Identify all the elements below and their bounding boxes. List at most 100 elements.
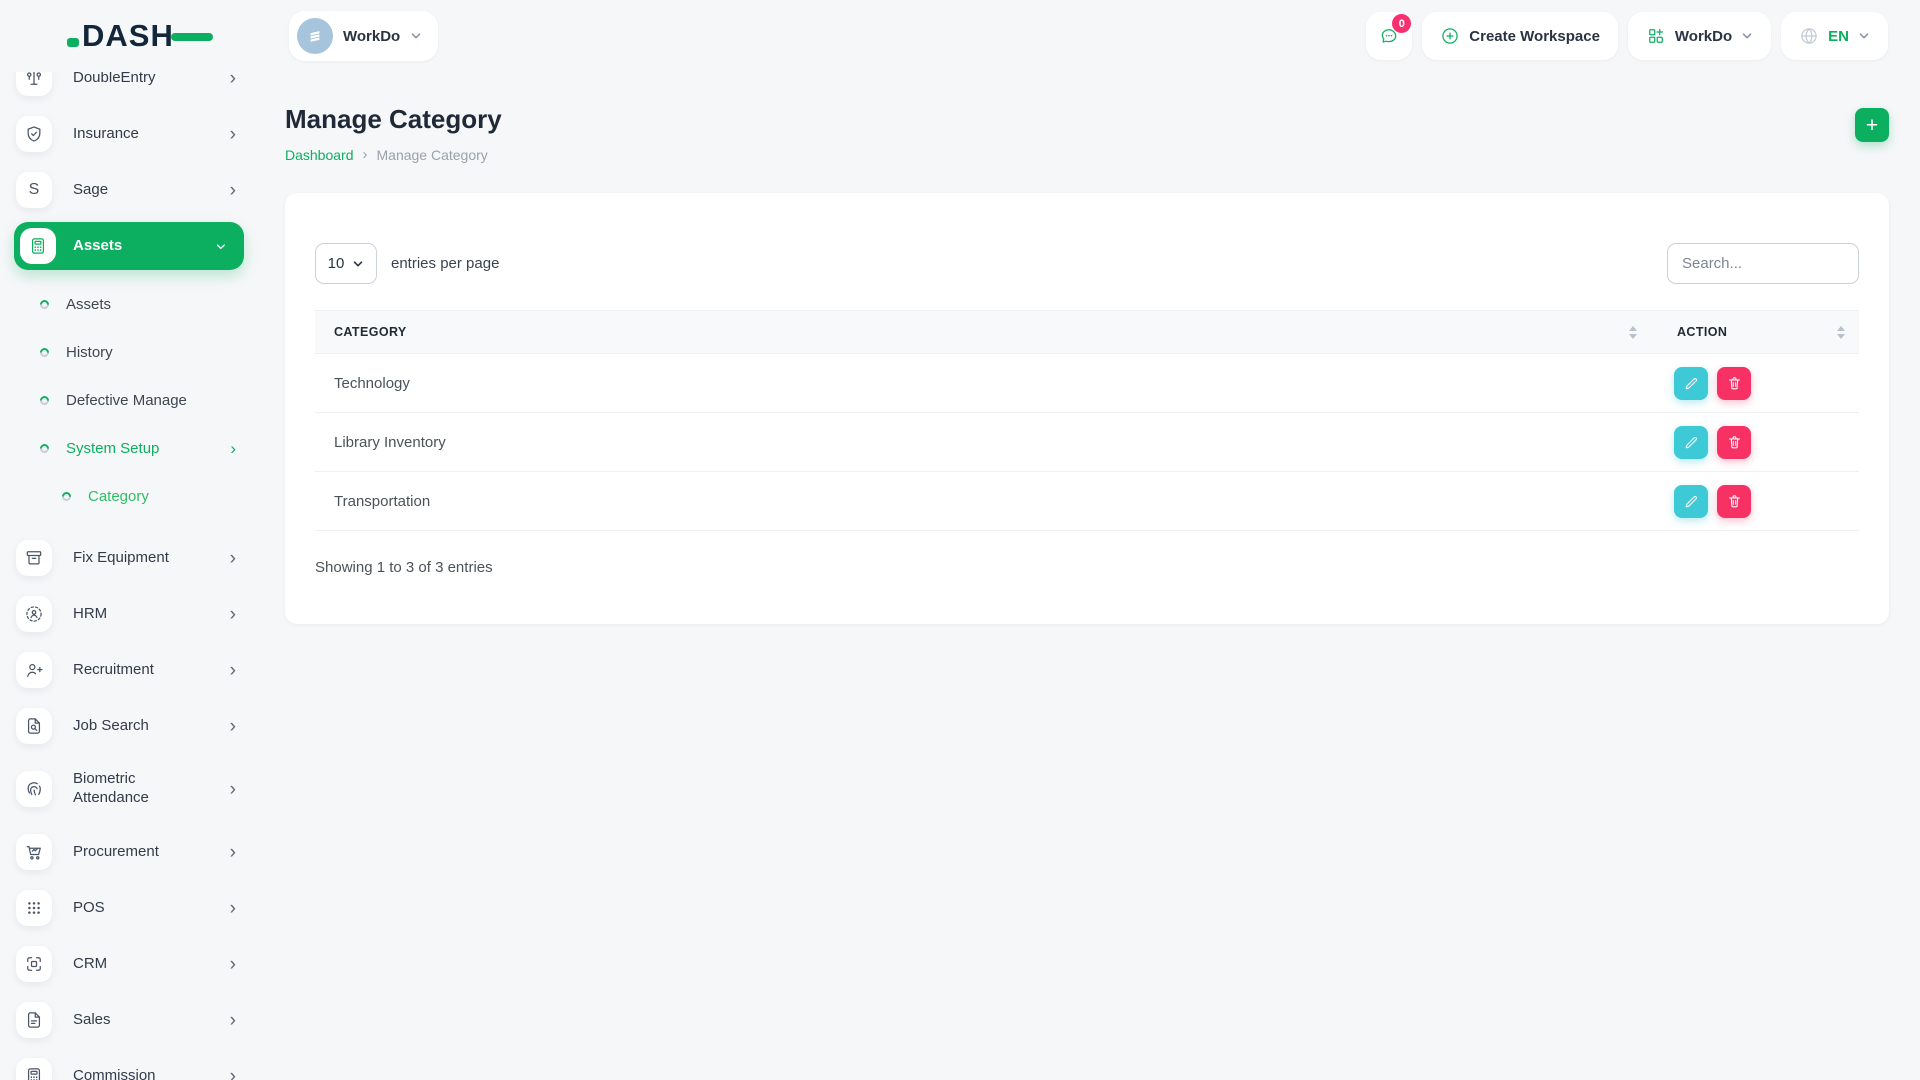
workspace-selector[interactable]: WorkDo: [289, 11, 438, 61]
workspace-avatar: [297, 18, 333, 54]
assets-submenu: Assets History Defective Manage System S…: [16, 278, 242, 534]
sidebar-subitem-history[interactable]: History: [16, 332, 242, 372]
sidebar-item-crm[interactable]: CRM ›: [16, 940, 242, 988]
chevron-right-icon: ›: [230, 717, 242, 736]
edit-button[interactable]: [1674, 426, 1708, 459]
sidebar-item-sales[interactable]: Sales ›: [16, 996, 242, 1044]
sage-letter-icon: S: [16, 172, 52, 208]
language-selector[interactable]: EN: [1781, 12, 1888, 60]
subitem-label: System Setup: [66, 440, 159, 457]
subitem-label: Category: [88, 488, 149, 505]
edit-button[interactable]: [1674, 367, 1708, 400]
pencil-icon: [1683, 375, 1700, 392]
person-plus-icon: [16, 652, 52, 688]
fingerprint-icon: [16, 771, 52, 807]
sidebar-item-procurement[interactable]: Procurement ›: [16, 828, 242, 876]
action-cell: [1659, 485, 1859, 518]
sidebar-item-biometric-attendance[interactable]: Biometric Attendance ›: [16, 758, 242, 820]
header-actions: 0 Create Workspace WorkDo EN: [1366, 12, 1888, 60]
logo-dot-icon: [67, 38, 79, 47]
sidebar-item-label: Job Search: [73, 717, 205, 736]
globe-icon: [1799, 26, 1819, 46]
column-label: ACTION: [1677, 325, 1727, 339]
top-header: DASH WorkDo 0 Create Workspace W: [0, 0, 1920, 72]
bullet-icon: [38, 298, 51, 311]
sidebar-subitem-assets[interactable]: Assets: [16, 284, 242, 324]
delete-button[interactable]: [1717, 426, 1751, 459]
sidebar-subitem-system-setup[interactable]: System Setup ›: [16, 428, 242, 468]
bullet-icon: [60, 490, 73, 503]
category-cell: Technology: [315, 375, 1659, 392]
chevron-down-icon: [1858, 30, 1870, 42]
bullet-icon: [38, 442, 51, 455]
sidebar-item-assets[interactable]: Assets ›: [14, 222, 244, 270]
person-dashed-circle-icon: [16, 596, 52, 632]
table-header-row: CATEGORY ACTION: [315, 310, 1859, 354]
sidebar-item-label: CRM: [73, 955, 205, 974]
language-code: EN: [1828, 28, 1849, 45]
chevron-right-icon: ›: [230, 955, 242, 974]
sidebar-item-fix-equipment[interactable]: Fix Equipment ›: [16, 534, 242, 582]
breadcrumb-dashboard-link[interactable]: Dashboard: [285, 147, 354, 163]
frame-target-icon: [16, 946, 52, 982]
calculator-icon: [20, 228, 56, 264]
grid-plus-icon: [1646, 26, 1666, 46]
sidebar-subitem-category[interactable]: Category: [16, 476, 242, 516]
action-cell: [1659, 367, 1859, 400]
add-category-button[interactable]: +: [1855, 108, 1889, 142]
sidebar-item-doubleentry[interactable]: DoubleEntry ›: [16, 72, 242, 102]
sidebar-item-label: DoubleEntry: [73, 72, 205, 87]
shield-check-icon: [16, 116, 52, 152]
sidebar-item-hrm[interactable]: HRM ›: [16, 590, 242, 638]
logo-text: DASH: [82, 21, 174, 50]
app-logo[interactable]: DASH: [67, 21, 227, 50]
delete-button[interactable]: [1717, 485, 1751, 518]
sidebar-item-label: Sales: [73, 1011, 205, 1030]
sidebar-item-commission[interactable]: Commission ›: [16, 1052, 242, 1080]
workspace-menu-button[interactable]: WorkDo: [1628, 12, 1771, 60]
sidebar-item-sage[interactable]: S Sage ›: [16, 166, 242, 214]
chevron-right-icon: ›: [230, 72, 242, 88]
building-icon: [304, 25, 326, 47]
bullet-icon: [38, 346, 51, 359]
action-cell: [1659, 426, 1859, 459]
chevron-right-icon: ›: [230, 549, 242, 568]
messages-button[interactable]: 0: [1366, 12, 1412, 60]
category-cell: Library Inventory: [315, 434, 1659, 451]
column-header-category[interactable]: CATEGORY: [315, 311, 1659, 353]
sort-icon[interactable]: [1837, 326, 1845, 339]
sidebar-item-label: Insurance: [73, 125, 205, 144]
workspace-menu-label: WorkDo: [1675, 28, 1732, 45]
chevron-down-icon: [352, 258, 364, 270]
balance-scale-icon: [16, 72, 52, 96]
chevron-right-icon: ›: [230, 843, 242, 862]
edit-button[interactable]: [1674, 485, 1708, 518]
chevron-down-icon: [410, 30, 422, 42]
category-cell: Transportation: [315, 493, 1659, 510]
column-header-action[interactable]: ACTION: [1659, 311, 1859, 353]
category-table-card: 10 entries per page CATEGORY ACTION Tec: [285, 193, 1889, 624]
chevron-right-icon: ›: [230, 125, 242, 144]
create-workspace-label: Create Workspace: [1469, 28, 1600, 45]
entries-per-page-select[interactable]: 10: [315, 243, 377, 284]
workspace-name: WorkDo: [343, 28, 400, 45]
sidebar-item-recruitment[interactable]: Recruitment ›: [16, 646, 242, 694]
entries-per-page-value: 10: [328, 255, 345, 272]
sidebar-item-insurance[interactable]: Insurance ›: [16, 110, 242, 158]
table-row: Transportation: [315, 472, 1859, 531]
table-row: Technology: [315, 354, 1859, 413]
create-workspace-button[interactable]: Create Workspace: [1422, 12, 1618, 60]
sidebar-item-job-search[interactable]: Job Search ›: [16, 702, 242, 750]
sidebar-subitem-defective-manage[interactable]: Defective Manage: [16, 380, 242, 420]
subitem-label: Defective Manage: [66, 392, 187, 409]
sidebar-item-label: Procurement: [73, 843, 205, 862]
dots-grid-icon: [16, 890, 52, 926]
plus-icon: +: [1866, 115, 1878, 136]
delete-button[interactable]: [1717, 367, 1751, 400]
document-search-icon: [16, 708, 52, 744]
plus-circle-icon: [1440, 26, 1460, 46]
calculator-icon: [16, 1058, 52, 1080]
sidebar-item-pos[interactable]: POS ›: [16, 884, 242, 932]
search-input[interactable]: [1667, 243, 1859, 284]
sort-icon[interactable]: [1629, 326, 1637, 339]
